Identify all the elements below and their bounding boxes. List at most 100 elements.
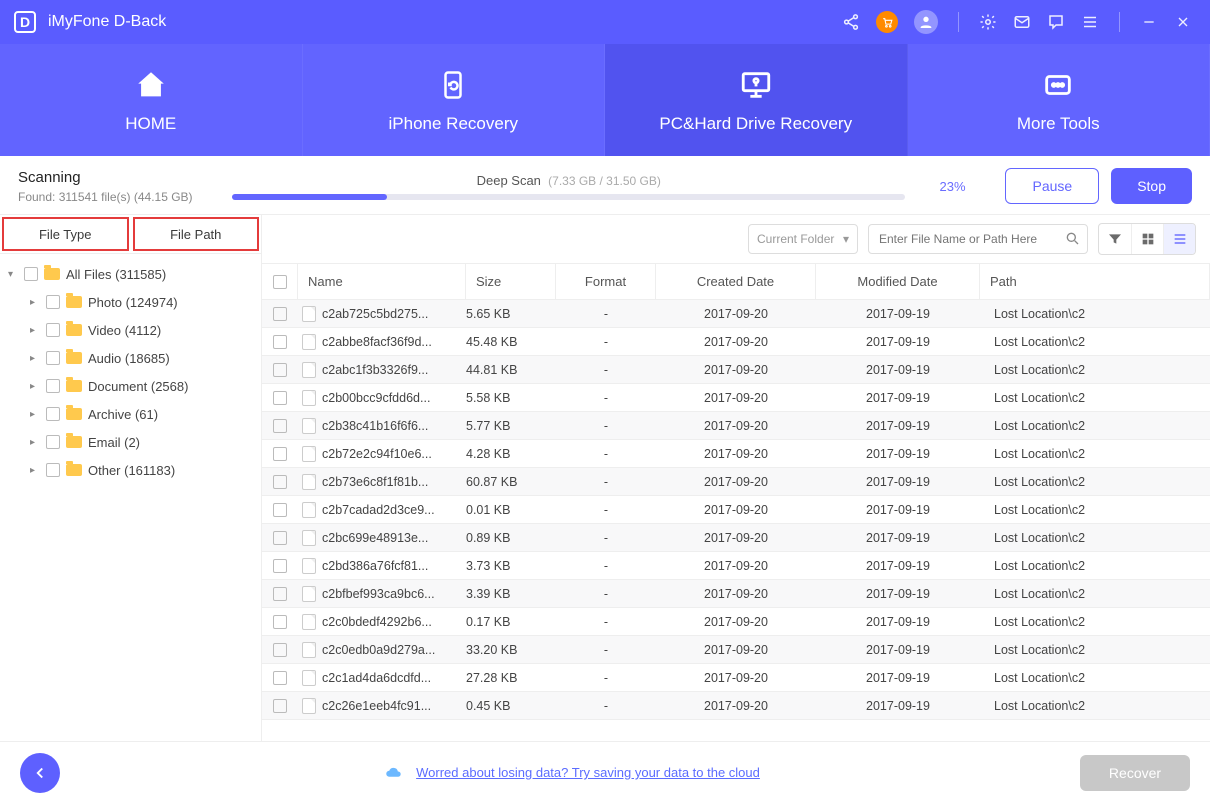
row-checkbox[interactable] bbox=[273, 615, 287, 629]
row-checkbox[interactable] bbox=[273, 643, 287, 657]
cell-modified: 2017-09-19 bbox=[816, 699, 980, 713]
row-checkbox[interactable] bbox=[273, 671, 287, 685]
table-row[interactable]: c2c26e1eeb4fc91...0.45 KB-2017-09-202017… bbox=[262, 692, 1210, 720]
close-icon[interactable] bbox=[1174, 13, 1192, 31]
footer-bar: Worred about losing data? Try saving you… bbox=[0, 741, 1210, 803]
checkbox[interactable] bbox=[24, 267, 38, 281]
chevron-right-icon[interactable]: ▸ bbox=[30, 297, 40, 308]
row-checkbox[interactable] bbox=[273, 335, 287, 349]
nav-more-tools[interactable]: More Tools bbox=[908, 44, 1210, 156]
tree-archive[interactable]: ▸ Archive (61) bbox=[0, 400, 261, 428]
folder-scope-dropdown[interactable]: Current Folder ▾ bbox=[748, 224, 858, 254]
cell-path: Lost Location\c2 bbox=[980, 363, 1210, 377]
tree-photo[interactable]: ▸Photo (124974) bbox=[0, 288, 261, 316]
checkbox[interactable] bbox=[46, 295, 60, 309]
row-checkbox[interactable] bbox=[273, 447, 287, 461]
tree-label: Document (2568) bbox=[88, 379, 188, 394]
pause-button[interactable]: Pause bbox=[1005, 168, 1099, 204]
row-checkbox[interactable] bbox=[273, 419, 287, 433]
row-checkbox[interactable] bbox=[273, 699, 287, 713]
cell-format: - bbox=[556, 419, 656, 433]
tab-file-type[interactable]: File Type bbox=[2, 217, 129, 251]
nav-home[interactable]: HOME bbox=[0, 44, 303, 156]
minimize-icon[interactable] bbox=[1140, 13, 1158, 31]
col-created[interactable]: Created Date bbox=[656, 264, 816, 299]
table-row[interactable]: c2b7cadad2d3ce9...0.01 KB-2017-09-202017… bbox=[262, 496, 1210, 524]
share-icon[interactable] bbox=[842, 13, 860, 31]
row-checkbox[interactable] bbox=[273, 559, 287, 573]
checkbox[interactable] bbox=[46, 463, 60, 477]
settings-icon[interactable] bbox=[979, 13, 997, 31]
table-row[interactable]: c2ab725c5bd275...5.65 KB-2017-09-202017-… bbox=[262, 300, 1210, 328]
nav-iphone-recovery[interactable]: iPhone Recovery bbox=[303, 44, 606, 156]
filter-button[interactable] bbox=[1099, 224, 1131, 254]
table-row[interactable]: c2c0edb0a9d279a...33.20 KB-2017-09-20201… bbox=[262, 636, 1210, 664]
cell-created: 2017-09-20 bbox=[656, 559, 816, 573]
checkbox[interactable] bbox=[46, 379, 60, 393]
table-row[interactable]: c2c0bdedf4292b6...0.17 KB-2017-09-202017… bbox=[262, 608, 1210, 636]
cart-icon[interactable] bbox=[876, 11, 898, 33]
search-icon[interactable] bbox=[1064, 230, 1080, 249]
file-icon bbox=[302, 502, 316, 518]
row-checkbox[interactable] bbox=[273, 531, 287, 545]
tree-other[interactable]: ▸Other (161183) bbox=[0, 456, 261, 484]
grid-view-button[interactable] bbox=[1131, 224, 1163, 254]
account-icon[interactable] bbox=[914, 10, 938, 34]
checkbox[interactable] bbox=[46, 323, 60, 337]
list-view-button[interactable] bbox=[1163, 224, 1195, 254]
col-path[interactable]: Path bbox=[980, 264, 1210, 299]
chevron-right-icon[interactable]: ▸ bbox=[30, 325, 40, 336]
chevron-right-icon[interactable]: ▸ bbox=[30, 437, 40, 448]
tree-audio[interactable]: ▸Audio (18685) bbox=[0, 344, 261, 372]
row-checkbox[interactable] bbox=[273, 587, 287, 601]
checkbox[interactable] bbox=[46, 435, 60, 449]
chevron-right-icon[interactable]: ▸ bbox=[30, 381, 40, 392]
table-row[interactable]: c2bfbef993ca9bc6...3.39 KB-2017-09-20201… bbox=[262, 580, 1210, 608]
cell-modified: 2017-09-19 bbox=[816, 587, 980, 601]
checkbox[interactable] bbox=[46, 407, 60, 421]
table-row[interactable]: c2bc699e48913e...0.89 KB-2017-09-202017-… bbox=[262, 524, 1210, 552]
tree-label: Archive (61) bbox=[88, 407, 158, 422]
menu-icon[interactable] bbox=[1081, 13, 1099, 31]
feedback-icon[interactable] bbox=[1047, 13, 1065, 31]
tree-email[interactable]: ▸Email (2) bbox=[0, 428, 261, 456]
row-checkbox[interactable] bbox=[273, 503, 287, 517]
table-row[interactable]: c2b38c41b16f6f6...5.77 KB-2017-09-202017… bbox=[262, 412, 1210, 440]
chevron-right-icon[interactable]: ▸ bbox=[30, 409, 40, 420]
row-checkbox[interactable] bbox=[273, 391, 287, 405]
tree-video[interactable]: ▸Video (4112) bbox=[0, 316, 261, 344]
chevron-down-icon[interactable]: ▾ bbox=[8, 269, 18, 280]
table-row[interactable]: c2b73e6c8f1f81b...60.87 KB-2017-09-20201… bbox=[262, 468, 1210, 496]
tree-document[interactable]: ▸ Document (2568) bbox=[0, 372, 261, 400]
checkbox[interactable] bbox=[46, 351, 60, 365]
col-size[interactable]: Size bbox=[466, 264, 556, 299]
search-input[interactable] bbox=[868, 224, 1088, 254]
back-button[interactable] bbox=[20, 753, 60, 793]
row-checkbox[interactable] bbox=[273, 363, 287, 377]
mail-icon[interactable] bbox=[1013, 13, 1031, 31]
cloud-save-link[interactable]: Worred about losing data? Try saving you… bbox=[416, 765, 760, 780]
recover-button[interactable]: Recover bbox=[1080, 755, 1190, 791]
nav-pc-label: PC&Hard Drive Recovery bbox=[659, 114, 852, 134]
row-checkbox[interactable] bbox=[273, 475, 287, 489]
table-row[interactable]: c2b00bcc9cfdd6d...5.58 KB-2017-09-202017… bbox=[262, 384, 1210, 412]
table-row[interactable]: c2b72e2c94f10e6...4.28 KB-2017-09-202017… bbox=[262, 440, 1210, 468]
nav-pc-recovery[interactable]: PC&Hard Drive Recovery bbox=[605, 44, 908, 156]
col-modified[interactable]: Modified Date bbox=[816, 264, 980, 299]
row-checkbox[interactable] bbox=[273, 307, 287, 321]
table-row[interactable]: c2c1ad4da6dcdfd...27.28 KB-2017-09-20201… bbox=[262, 664, 1210, 692]
table-row[interactable]: c2abc1f3b3326f9...44.81 KB-2017-09-20201… bbox=[262, 356, 1210, 384]
col-name[interactable]: Name bbox=[298, 264, 466, 299]
tree-all-files[interactable]: ▾All Files (311585) bbox=[0, 260, 261, 288]
cell-path: Lost Location\c2 bbox=[980, 699, 1210, 713]
select-all-checkbox[interactable] bbox=[273, 275, 287, 289]
scan-mode: Deep Scan bbox=[477, 173, 541, 188]
col-format[interactable]: Format bbox=[556, 264, 656, 299]
chevron-right-icon[interactable]: ▸ bbox=[30, 353, 40, 364]
tab-file-path[interactable]: File Path bbox=[133, 217, 260, 251]
chevron-right-icon[interactable]: ▸ bbox=[30, 465, 40, 476]
stop-button[interactable]: Stop bbox=[1111, 168, 1192, 204]
table-row[interactable]: c2bd386a76fcf81...3.73 KB-2017-09-202017… bbox=[262, 552, 1210, 580]
table-row[interactable]: c2abbe8facf36f9d...45.48 KB-2017-09-2020… bbox=[262, 328, 1210, 356]
search-wrap bbox=[868, 224, 1088, 254]
